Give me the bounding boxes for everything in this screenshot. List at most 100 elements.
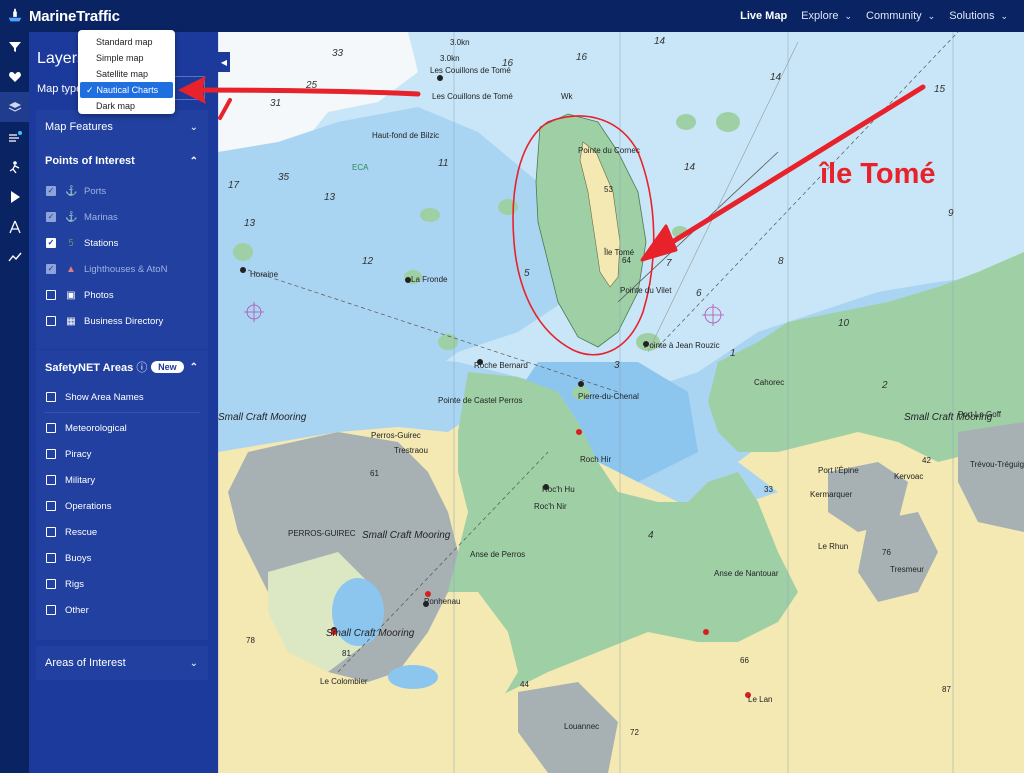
checkbox[interactable] bbox=[46, 527, 56, 537]
chevron-down-icon: ⌄ bbox=[189, 657, 198, 669]
safetynet-rigs[interactable]: Rigs bbox=[36, 571, 208, 597]
safetynet-header[interactable]: SafetyNET Areas ⓘ New ⌃ bbox=[36, 350, 208, 384]
depth-sounding: 33 bbox=[332, 48, 344, 59]
filter-button[interactable] bbox=[0, 32, 29, 62]
map-option-satellite[interactable]: Satellite map bbox=[78, 66, 175, 82]
poi-marinas[interactable]: ✓ ⚓ Marinas bbox=[36, 204, 208, 230]
areas-of-interest-section[interactable]: Areas of Interest ⌄ bbox=[36, 646, 208, 680]
checkbox[interactable] bbox=[46, 316, 56, 326]
main-nav: Live Map Explore ⌄ Community ⌄ Solutions ⌄ bbox=[726, 0, 1008, 32]
safetynet-operations[interactable]: Operations bbox=[36, 493, 208, 519]
chevron-down-icon: ⌄ bbox=[189, 121, 198, 133]
spot-height: 76 bbox=[882, 548, 891, 557]
map-label: Louannec bbox=[564, 722, 600, 731]
heart-icon bbox=[8, 71, 21, 82]
station-icon: 𝟻 bbox=[67, 237, 75, 249]
map-option-nautical[interactable]: ✓ Nautical Charts bbox=[80, 82, 173, 98]
checkbox[interactable] bbox=[46, 290, 56, 300]
building-icon: ▦ bbox=[66, 315, 76, 327]
poi-business-directory[interactable]: ▦ Business Directory bbox=[36, 308, 208, 334]
checkbox[interactable]: ✓ bbox=[46, 264, 56, 274]
playback-button[interactable] bbox=[0, 182, 29, 212]
depth-sounding: 35 bbox=[278, 172, 290, 183]
layers-button[interactable] bbox=[0, 92, 29, 122]
depth-sounding: 14 bbox=[770, 72, 782, 83]
map-label: Haut-fond de Bilzic bbox=[372, 131, 440, 140]
route-button[interactable] bbox=[0, 152, 29, 182]
route-icon bbox=[9, 161, 19, 174]
map-label: Roche Bernard bbox=[474, 361, 528, 370]
new-badge: New bbox=[151, 361, 184, 373]
weather-button[interactable] bbox=[0, 122, 29, 152]
map-option-simple[interactable]: Simple map bbox=[78, 50, 175, 66]
map-label: PERROS-GUIREC bbox=[288, 529, 356, 538]
layers-icon bbox=[8, 102, 21, 112]
divider bbox=[44, 412, 200, 413]
checkbox[interactable]: ✓ bbox=[46, 238, 56, 248]
map-option-standard[interactable]: Standard map bbox=[78, 34, 175, 50]
map-label: Pointe à Jean Rouzic bbox=[644, 341, 720, 350]
ship-logo-icon bbox=[8, 8, 22, 22]
safetynet-other[interactable]: Other bbox=[36, 597, 208, 623]
map-label: Trestraou bbox=[394, 446, 428, 455]
map-label: La Fronde bbox=[411, 275, 448, 284]
map-label: Le Colombier bbox=[320, 677, 368, 686]
map-label: Horaine bbox=[250, 270, 279, 279]
map-label: Wk bbox=[561, 92, 573, 101]
safetynet-buoys[interactable]: Buoys bbox=[36, 545, 208, 571]
depth-sounding: 1 bbox=[730, 348, 736, 359]
spot-height: 72 bbox=[630, 728, 639, 737]
analytics-button[interactable] bbox=[0, 242, 29, 272]
poi-header[interactable]: Points of Interest ⌃ bbox=[36, 144, 208, 178]
depth-sounding: 13 bbox=[244, 218, 256, 229]
safetynet-meteorological[interactable]: Meteorological bbox=[36, 415, 208, 441]
nav-explore[interactable]: Explore ⌄ bbox=[801, 10, 852, 22]
collapse-panel-button[interactable]: ◀ bbox=[218, 52, 230, 72]
nav-community[interactable]: Community ⌄ bbox=[866, 10, 935, 22]
safetynet-piracy[interactable]: Piracy bbox=[36, 441, 208, 467]
annotation-arrow-left bbox=[178, 76, 421, 120]
spot-height: 81 bbox=[342, 649, 351, 658]
poi-stations[interactable]: ✓ 𝟻 Stations bbox=[36, 230, 208, 256]
nautical-chart-map[interactable]: Les Couillons de Tomé Les Couillons de T… bbox=[218, 32, 1024, 773]
brand[interactable]: MarineTraffic bbox=[6, 7, 120, 25]
map-label: Roc'h Hu bbox=[542, 485, 575, 494]
poi-section: Points of Interest ⌃ ✓ ⚓ Ports ✓ ⚓ Marin… bbox=[36, 144, 208, 349]
play-icon bbox=[10, 191, 20, 203]
compass-icon bbox=[8, 220, 21, 234]
map-label: ECA bbox=[352, 163, 369, 172]
checkbox[interactable] bbox=[46, 553, 56, 563]
depth-sounding: 13 bbox=[324, 192, 336, 203]
checkbox[interactable] bbox=[46, 579, 56, 589]
safetynet-military[interactable]: Military bbox=[36, 467, 208, 493]
check-icon: ✓ bbox=[86, 84, 94, 95]
checkbox[interactable] bbox=[46, 392, 56, 402]
nav-solutions[interactable]: Solutions ⌄ bbox=[949, 10, 1008, 22]
depth-sounding: 17 bbox=[228, 180, 240, 191]
map-option-dark[interactable]: Dark map bbox=[78, 98, 175, 114]
map-label: Roc'h Nir bbox=[534, 502, 567, 511]
depth-sounding: 8 bbox=[778, 256, 784, 267]
measure-button[interactable] bbox=[0, 212, 29, 242]
map-label: Pointe de Castel Perros bbox=[438, 396, 523, 405]
nav-live-map[interactable]: Live Map bbox=[740, 10, 787, 22]
poi-lighthouses[interactable]: ✓ ▲ Lighthouses & AtoN bbox=[36, 256, 208, 282]
spot-height: 33 bbox=[764, 485, 773, 494]
checkbox[interactable] bbox=[46, 605, 56, 615]
checkbox[interactable]: ✓ bbox=[46, 186, 56, 196]
favorites-button[interactable] bbox=[0, 62, 29, 92]
checkbox[interactable] bbox=[46, 475, 56, 485]
show-area-names[interactable]: Show Area Names bbox=[36, 384, 208, 410]
spot-height: 44 bbox=[520, 680, 529, 689]
checkbox[interactable] bbox=[46, 423, 56, 433]
anchor-icon: ⚓ bbox=[65, 185, 78, 197]
top-bar: MarineTraffic Live Map Explore ⌄ Communit… bbox=[0, 0, 1024, 32]
checkbox[interactable] bbox=[46, 501, 56, 511]
info-icon[interactable]: ⓘ bbox=[136, 362, 147, 374]
areas-of-interest-header[interactable]: Areas of Interest ⌄ bbox=[36, 646, 208, 680]
checkbox[interactable] bbox=[46, 449, 56, 459]
poi-ports[interactable]: ✓ ⚓ Ports bbox=[36, 178, 208, 204]
poi-photos[interactable]: ▣ Photos bbox=[36, 282, 208, 308]
safetynet-rescue[interactable]: Rescue bbox=[36, 519, 208, 545]
checkbox[interactable]: ✓ bbox=[46, 212, 56, 222]
